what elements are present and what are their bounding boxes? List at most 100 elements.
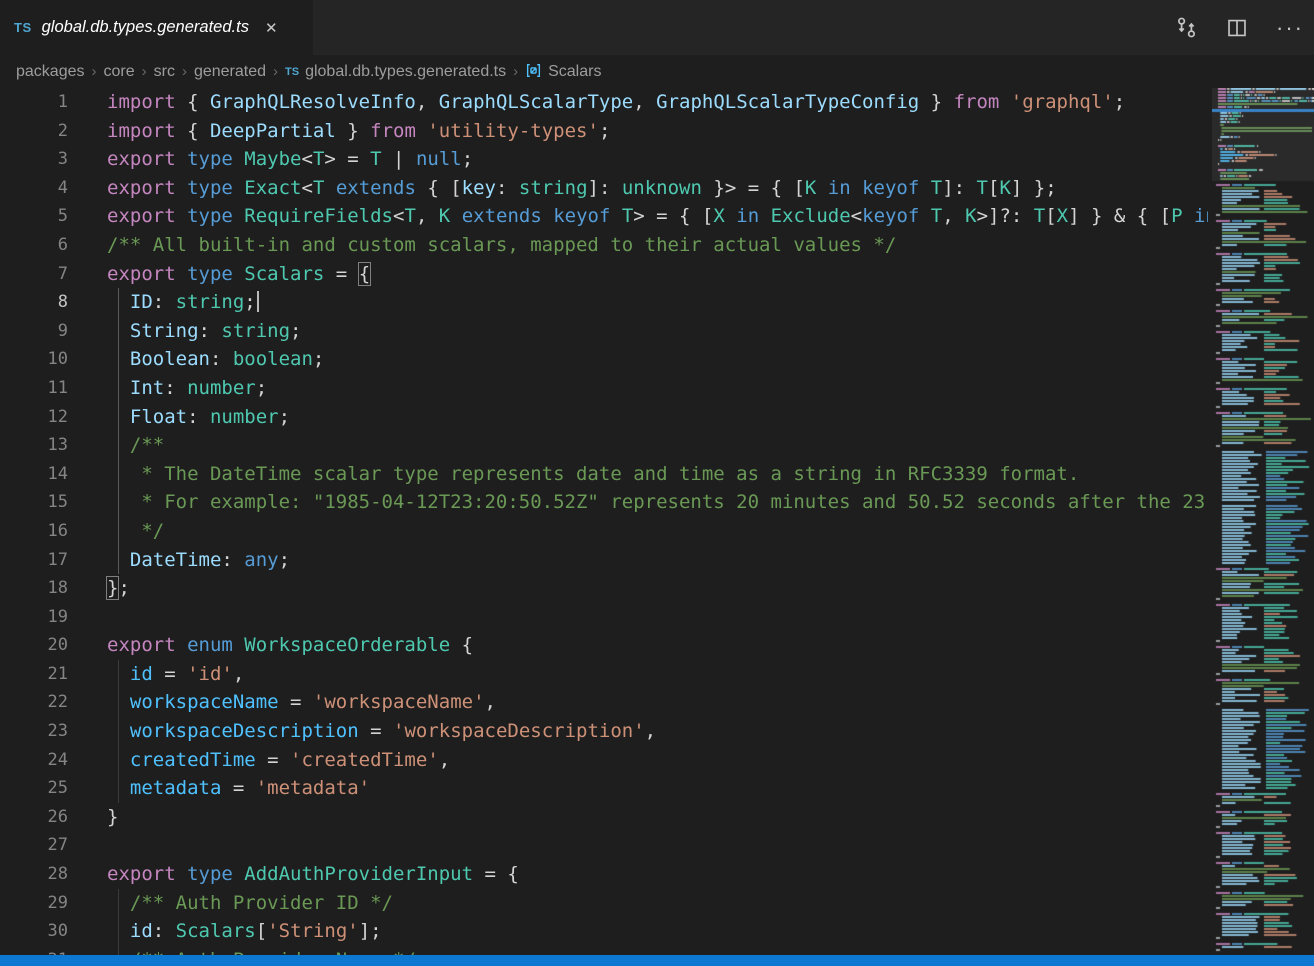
code-line[interactable]: 3export type Maybe<T> = T | null; bbox=[0, 145, 1208, 174]
code-text: metadata = 'metadata' bbox=[107, 774, 370, 803]
code-line[interactable]: 24 createdTime = 'createdTime', bbox=[0, 746, 1208, 775]
line-number[interactable]: 13 bbox=[0, 431, 68, 460]
code-line[interactable]: 15 * For example: "1985-04-12T23:20:50.5… bbox=[0, 488, 1208, 517]
line-number[interactable]: 2 bbox=[0, 117, 68, 146]
indent-guide bbox=[118, 374, 119, 403]
line-number[interactable]: 29 bbox=[0, 889, 68, 918]
breadcrumb-item-global-db-types-generated-ts[interactable]: TS global.db.types.generated.ts bbox=[285, 63, 506, 81]
code-line[interactable]: 29 /** Auth Provider ID */ bbox=[0, 889, 1208, 918]
line-number[interactable]: 17 bbox=[0, 546, 68, 575]
code-line[interactable]: 9 String: string; bbox=[0, 317, 1208, 346]
code-line[interactable]: 21 id = 'id', bbox=[0, 660, 1208, 689]
code-line[interactable]: 7export type Scalars = { bbox=[0, 260, 1208, 289]
code-line[interactable]: 30 id: Scalars['String']; bbox=[0, 917, 1208, 946]
code-line[interactable]: 22 workspaceName = 'workspaceName', bbox=[0, 688, 1208, 717]
breadcrumb-label: src bbox=[154, 63, 175, 81]
tab-global-db-types[interactable]: TS global.db.types.generated.ts ✕ bbox=[0, 0, 313, 55]
line-number[interactable]: 5 bbox=[0, 202, 68, 231]
line-number[interactable]: 25 bbox=[0, 774, 68, 803]
more-actions-icon[interactable]: ··· bbox=[1276, 23, 1304, 33]
code-text: Float: number; bbox=[107, 403, 290, 432]
code-line[interactable]: 23 workspaceDescription = 'workspaceDesc… bbox=[0, 717, 1208, 746]
line-number[interactable]: 20 bbox=[0, 631, 68, 660]
line-number[interactable]: 6 bbox=[0, 231, 68, 260]
code-line[interactable]: 18}; bbox=[0, 574, 1208, 603]
breadcrumb-label: global.db.types.generated.ts bbox=[305, 63, 506, 81]
code-line[interactable]: 13 /** bbox=[0, 431, 1208, 460]
code-line[interactable]: 2 import { DeepPartial } from 'utility-ty… bbox=[0, 117, 1208, 146]
code-line[interactable]: 16 */ bbox=[0, 517, 1208, 546]
line-number[interactable]: 21 bbox=[0, 660, 68, 689]
line-number[interactable]: 12 bbox=[0, 403, 68, 432]
line-number[interactable]: 23 bbox=[0, 717, 68, 746]
minimap[interactable] bbox=[1212, 88, 1314, 966]
code-text: import { DeepPartial } from 'utility-typ… bbox=[107, 117, 610, 146]
line-number[interactable]: 31 bbox=[0, 946, 68, 955]
breadcrumb-item-core[interactable]: core bbox=[104, 63, 135, 81]
code-line[interactable]: 1import { GraphQLResolveInfo, GraphQLSca… bbox=[0, 88, 1208, 117]
text-cursor bbox=[257, 291, 259, 312]
line-number[interactable]: 11 bbox=[0, 374, 68, 403]
code-line[interactable]: 19 bbox=[0, 603, 1208, 632]
line-number[interactable]: 27 bbox=[0, 831, 68, 860]
breadcrumb-separator-icon: › bbox=[142, 63, 147, 80]
line-number[interactable]: 10 bbox=[0, 345, 68, 374]
code-line[interactable]: 11 Int: number; bbox=[0, 374, 1208, 403]
code-text: /** Auth Provider Name */ bbox=[107, 946, 416, 955]
breadcrumb-item-scalars[interactable]: Scalars bbox=[525, 62, 601, 81]
code-text: } bbox=[107, 803, 118, 832]
code-text: export type RequireFields<T, K extends k… bbox=[107, 202, 1208, 231]
code-line[interactable]: 8 ID: string; bbox=[0, 288, 1208, 317]
code-line[interactable]: 31 /** Auth Provider Name */ bbox=[0, 946, 1208, 955]
code-line[interactable]: 10 Boolean: boolean; bbox=[0, 345, 1208, 374]
line-number[interactable]: 22 bbox=[0, 688, 68, 717]
code-line[interactable]: 12 Float: number; bbox=[0, 403, 1208, 432]
code-line[interactable]: 14 * The DateTime scalar type represents… bbox=[0, 460, 1208, 489]
code-text: export enum WorkspaceOrderable { bbox=[107, 631, 473, 660]
editor-actions: ··· bbox=[1175, 0, 1304, 55]
line-number[interactable]: 30 bbox=[0, 917, 68, 946]
code-line[interactable]: 26} bbox=[0, 803, 1208, 832]
typescript-file-icon: TS bbox=[285, 66, 299, 78]
code-text: id = 'id', bbox=[107, 660, 244, 689]
line-number[interactable]: 18 bbox=[0, 574, 68, 603]
breadcrumb-label: generated bbox=[194, 63, 266, 81]
close-tab-icon[interactable]: ✕ bbox=[265, 19, 278, 37]
code-line[interactable]: 4export type Exact<T extends { [key: str… bbox=[0, 174, 1208, 203]
code-text: export type AddAuthProviderInput = { bbox=[107, 860, 519, 889]
open-changes-icon[interactable] bbox=[1175, 16, 1198, 39]
line-number[interactable]: 28 bbox=[0, 860, 68, 889]
line-number[interactable]: 9 bbox=[0, 317, 68, 346]
line-number[interactable]: 16 bbox=[0, 517, 68, 546]
line-number[interactable]: 4 bbox=[0, 174, 68, 203]
line-number[interactable]: 8 bbox=[0, 288, 68, 317]
code-text: }; bbox=[107, 574, 130, 603]
line-number[interactable]: 24 bbox=[0, 746, 68, 775]
code-text: * The DateTime scalar type represents da… bbox=[107, 460, 1079, 489]
code-line[interactable]: 20 export enum WorkspaceOrderable { bbox=[0, 631, 1208, 660]
code-text: /** Auth Provider ID */ bbox=[107, 889, 393, 918]
code-text: workspaceDescription = 'workspaceDescrip… bbox=[107, 717, 656, 746]
indent-guide bbox=[118, 317, 119, 346]
line-number[interactable]: 15 bbox=[0, 488, 68, 517]
line-number[interactable]: 1 bbox=[0, 88, 68, 117]
code-editor[interactable]: 1import { GraphQLResolveInfo, GraphQLSca… bbox=[0, 88, 1208, 955]
code-line[interactable]: 28 export type AddAuthProviderInput = { bbox=[0, 860, 1208, 889]
breadcrumb-item-generated[interactable]: generated bbox=[194, 63, 266, 81]
split-editor-icon[interactable] bbox=[1226, 17, 1248, 39]
code-line[interactable]: 17 DateTime: any; bbox=[0, 546, 1208, 575]
code-line[interactable]: 25 metadata = 'metadata' bbox=[0, 774, 1208, 803]
breadcrumb-item-packages[interactable]: packages bbox=[16, 63, 85, 81]
breadcrumb-separator-icon: › bbox=[92, 63, 97, 80]
line-number[interactable]: 14 bbox=[0, 460, 68, 489]
line-number[interactable]: 3 bbox=[0, 145, 68, 174]
line-number[interactable]: 26 bbox=[0, 803, 68, 832]
code-line[interactable]: 27 bbox=[0, 831, 1208, 860]
breadcrumb-item-src[interactable]: src bbox=[154, 63, 175, 81]
code-line[interactable]: 5 export type RequireFields<T, K extends … bbox=[0, 202, 1208, 231]
indent-guide bbox=[118, 717, 119, 746]
indent-guide bbox=[118, 660, 119, 689]
line-number[interactable]: 7 bbox=[0, 260, 68, 289]
line-number[interactable]: 19 bbox=[0, 603, 68, 632]
code-line[interactable]: 6/** All built-in and custom scalars, ma… bbox=[0, 231, 1208, 260]
